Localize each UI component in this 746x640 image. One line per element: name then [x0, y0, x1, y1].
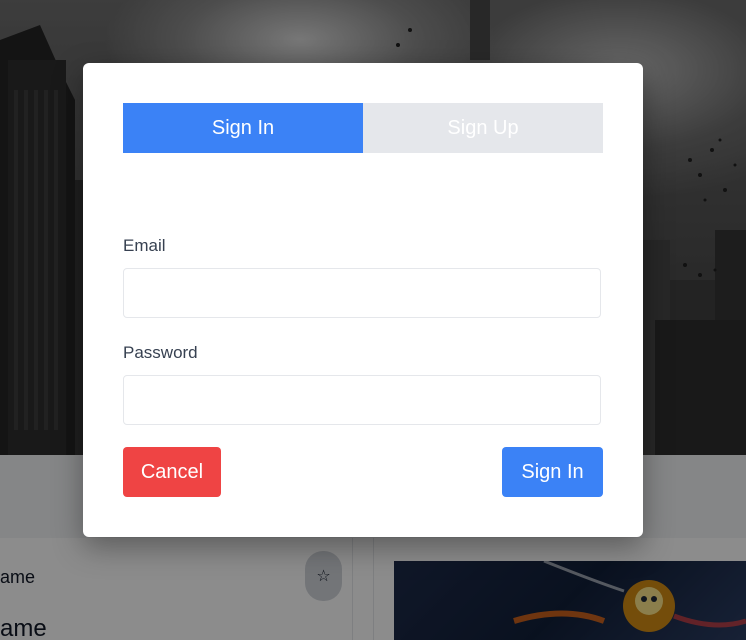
page: ame ame ☆ Sign In Sign Up Email Password… [0, 0, 746, 640]
password-field[interactable] [123, 375, 601, 425]
email-field[interactable] [123, 268, 601, 318]
auth-modal: Sign In Sign Up Email Password Cancel Si… [83, 63, 643, 537]
tab-sign-in[interactable]: Sign In [123, 103, 363, 153]
password-label: Password [123, 343, 198, 362]
auth-tabs: Sign In Sign Up [123, 103, 603, 153]
cancel-button[interactable]: Cancel [123, 447, 221, 497]
email-label: Email [123, 236, 166, 255]
sign-in-button[interactable]: Sign In [502, 447, 603, 497]
tab-sign-up[interactable]: Sign Up [363, 103, 603, 153]
